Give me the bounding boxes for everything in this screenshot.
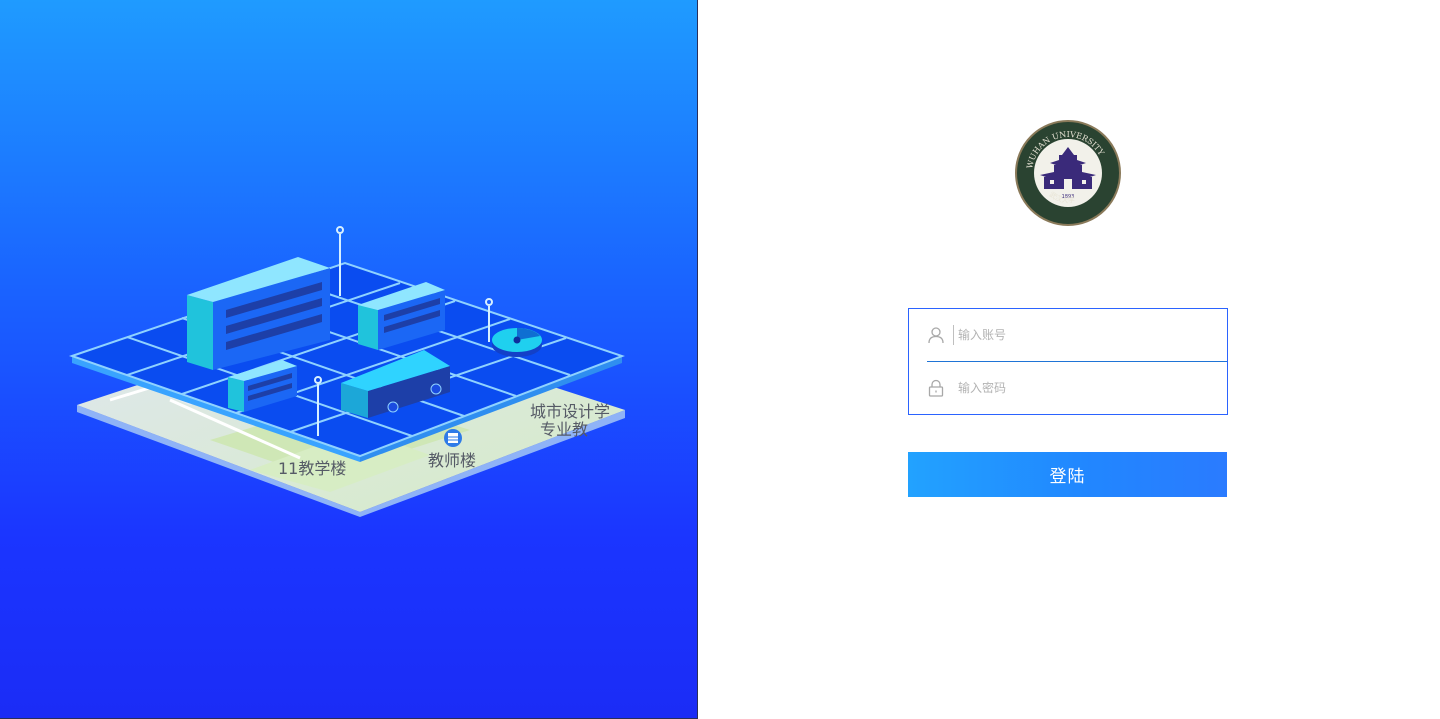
user-icon <box>928 327 944 344</box>
map-label-teacher-building: 教师楼 <box>428 451 476 470</box>
login-form <box>908 308 1228 415</box>
account-field <box>909 309 1227 362</box>
map-label-urban-design-2: 专业教 <box>540 420 588 439</box>
hero-panel: 11教学楼 教师楼 城市设计学 专业教 <box>0 0 698 719</box>
pie-chart-icon <box>492 328 542 357</box>
map-label-building-11: 11教学楼 <box>278 459 346 478</box>
lock-icon <box>928 379 944 397</box>
password-input[interactable] <box>958 376 1208 400</box>
building-marker-icon <box>444 429 462 447</box>
isometric-campus-illustration: 11教学楼 教师楼 城市设计学 专业教 <box>68 226 625 517</box>
field-divider <box>953 325 954 345</box>
password-field <box>909 362 1227 414</box>
university-logo: WUHAN UNIVERSITY 1893 武汉大学 <box>1014 119 1122 227</box>
account-input[interactable] <box>958 323 1208 347</box>
map-label-urban-design: 城市设计学 <box>530 402 610 421</box>
login-button[interactable]: 登陆 <box>908 452 1227 497</box>
